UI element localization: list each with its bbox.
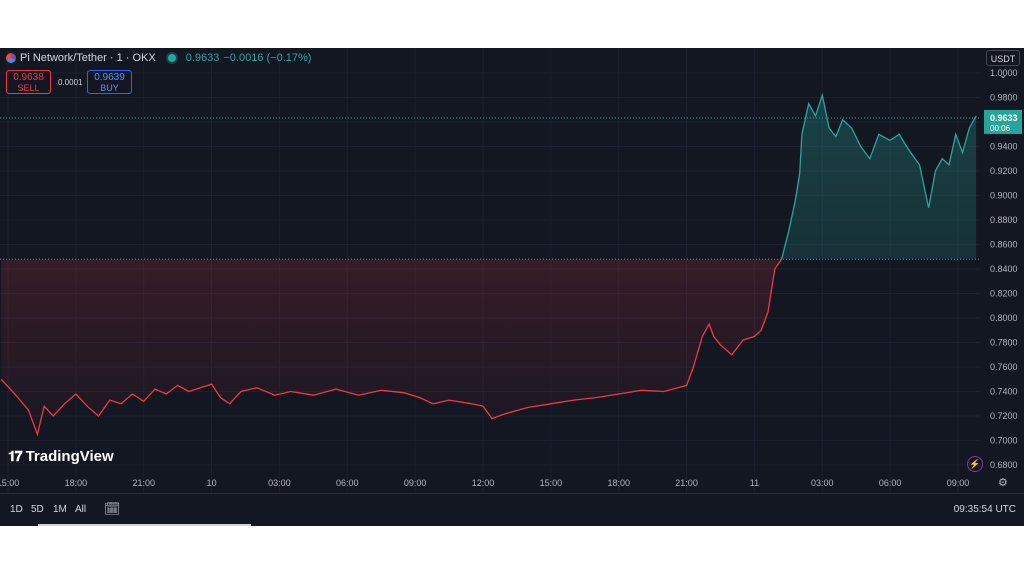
x-tick-label: 10 <box>207 478 217 488</box>
price-badge-value: 0.9633 <box>990 113 1018 123</box>
range-1d-button[interactable]: 1D <box>10 504 23 515</box>
y-tick-label: 0.7200 <box>990 411 1018 421</box>
tradingview-wordmark: TradingView <box>25 448 114 465</box>
x-tick-label: 03:00 <box>268 478 291 488</box>
y-tick-label: 0.9400 <box>990 142 1018 152</box>
utc-clock[interactable]: 09:35:54 UTC <box>954 504 1016 515</box>
x-tick-label: 12:00 <box>472 478 495 488</box>
series-layer <box>0 92 980 437</box>
x-tick-label: 11 <box>750 478 759 488</box>
buy-label: BUY <box>100 83 119 93</box>
tradingview-logo-icon: 𝟏𝟕 <box>8 448 23 464</box>
y-tick-label: 0.8600 <box>990 240 1018 250</box>
x-tick-label: 21:00 <box>132 478 155 488</box>
y-tick-label: 0.8000 <box>990 313 1018 323</box>
x-tick-label: 18:00 <box>607 478 630 488</box>
x-tick-label: 15:00 <box>0 478 19 488</box>
x-tick-label: 15:00 <box>540 478 563 488</box>
y-tick-label: 0.7600 <box>990 362 1018 372</box>
y-tick-label: 0.7000 <box>990 436 1018 446</box>
header-change: −0.0016 (−0.17%) <box>223 52 312 64</box>
y-tick-label: 0.8800 <box>990 215 1018 225</box>
price-chart[interactable]: 1.00000.98000.96000.94000.92000.90000.88… <box>0 48 1024 526</box>
spread-value: 0.0001 <box>58 78 83 87</box>
symbol-title[interactable]: Pi Network/Tether · 1 · OKX <box>20 52 156 64</box>
buy-button[interactable]: 0.9639 BUY <box>87 70 132 94</box>
x-tick-label: 09:00 <box>404 478 427 488</box>
x-tick-label: 06:00 <box>336 478 359 488</box>
range-5d-button[interactable]: 5D <box>31 504 44 515</box>
x-tick-label: 18:00 <box>65 478 88 488</box>
scroll-strip <box>38 524 251 526</box>
tradingview-watermark: 𝟏𝟕 TradingView <box>8 448 114 465</box>
x-tick-label: 03:00 <box>811 478 834 488</box>
x-axis[interactable]: 15:00 18:00 21:00 10 03:00 06:00 09:00 12:00 15:… <box>0 478 969 488</box>
y-tick-label: 0.8400 <box>990 264 1018 274</box>
bottom-toolbar: 1D 5D 1M All 🗓 09:35:54 UTC <box>0 493 1024 526</box>
currency-selector[interactable]: USDT ⌄ <box>986 50 1020 80</box>
header-last-price: 0.9633 <box>185 52 220 64</box>
y-tick-label: 0.7400 <box>990 387 1018 397</box>
sell-button[interactable]: 0.9638 SELL <box>6 70 51 94</box>
price-badge-countdown: 00:06 <box>990 124 1011 133</box>
y-tick-label: 0.8200 <box>990 289 1018 299</box>
symbol-header: Pi Network/Tether · 1 · OKX 0.9633 −0.00… <box>0 48 980 68</box>
range-1m-button[interactable]: 1M <box>53 504 67 515</box>
range-all-button[interactable]: All <box>75 504 86 515</box>
calendar-icon[interactable]: 🗓 <box>104 501 121 517</box>
buy-price: 0.9639 <box>94 72 125 83</box>
y-tick-label: 0.9200 <box>990 166 1018 176</box>
gear-icon[interactable]: ⚙ <box>998 476 1008 489</box>
y-tick-label: 0.7800 <box>990 338 1018 348</box>
y-tick-label: 0.9000 <box>990 191 1018 201</box>
market-open-icon <box>167 54 176 62</box>
y-tick-label: 0.6800 <box>990 460 1018 470</box>
chart-app: 1.00000.98000.96000.94000.92000.90000.88… <box>0 48 1024 526</box>
x-tick-label: 06:00 <box>879 478 902 488</box>
x-tick-label: 21:00 <box>675 478 698 488</box>
sell-price: 0.9638 <box>13 72 44 83</box>
x-tick-label: 09:00 <box>947 478 970 488</box>
sell-label: SELL <box>17 83 40 93</box>
pi-network-logo-icon <box>6 53 16 63</box>
y-tick-label: 0.9800 <box>990 93 1018 103</box>
y-axis[interactable]: 1.00000.98000.96000.94000.92000.90000.88… <box>984 68 1022 470</box>
lightning-icon[interactable]: ⚡ <box>967 456 983 472</box>
